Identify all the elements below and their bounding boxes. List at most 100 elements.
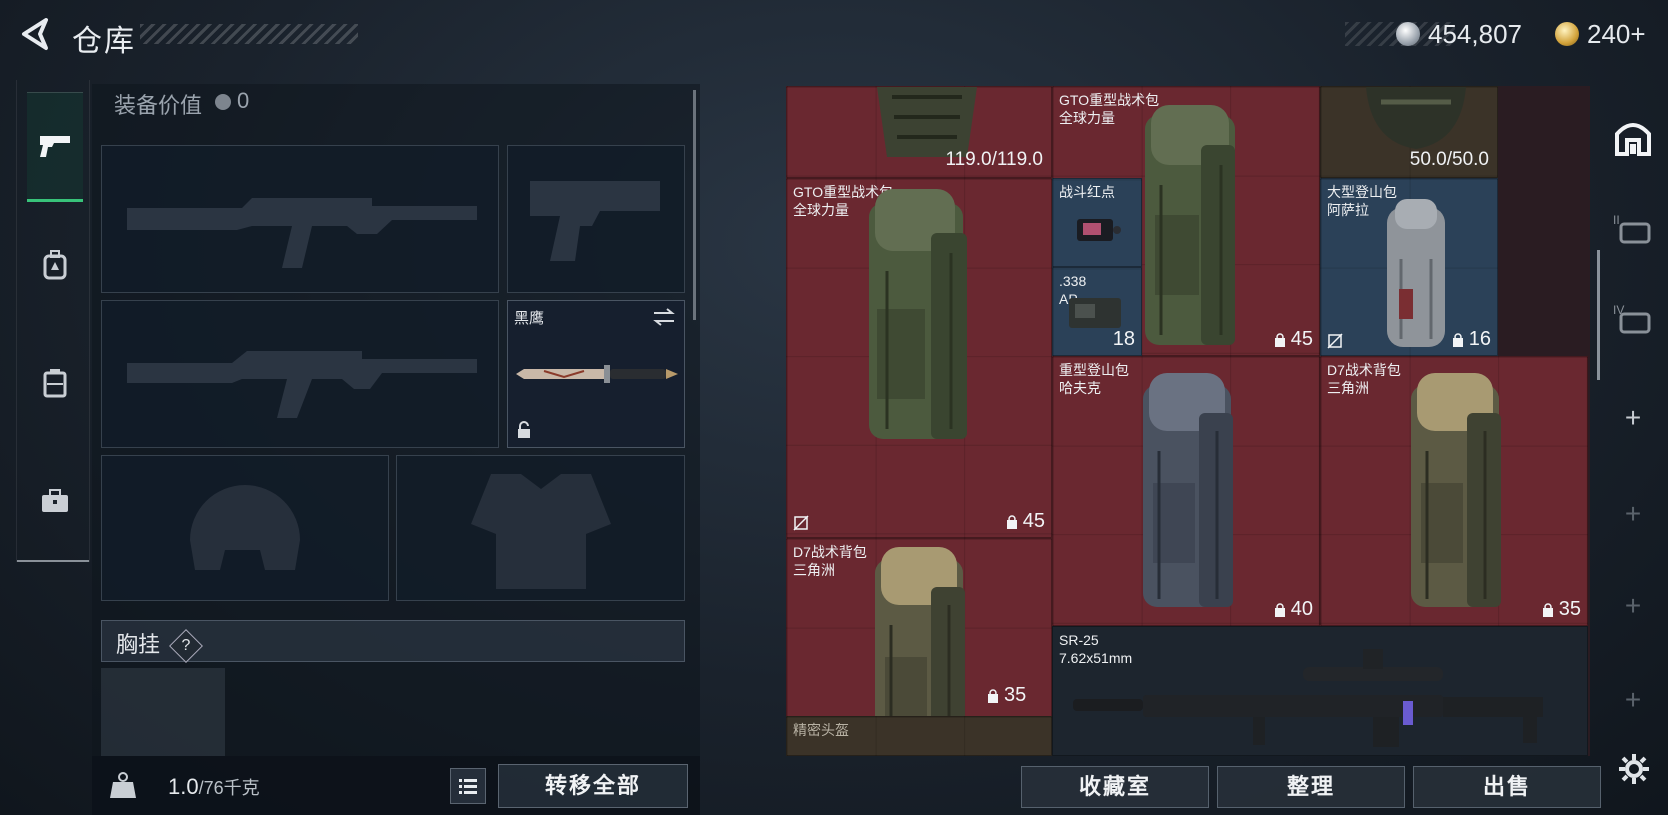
rifle-silhouette-icon	[127, 198, 477, 268]
sniper-rifle-icon	[1073, 649, 1543, 747]
rifle-silhouette-icon	[127, 351, 477, 418]
no-insure-icon	[1327, 333, 1343, 349]
backpack-item-icon	[1387, 199, 1445, 347]
warehouse-scrollbar[interactable]	[1597, 250, 1600, 380]
armor-silhouette-icon	[471, 474, 611, 589]
sort-button[interactable]: 整理	[1217, 766, 1405, 808]
item-gto-backpack-1[interactable]: GTO重型战术包 全球力量 45	[786, 178, 1052, 538]
backpack-item-icon	[869, 189, 967, 439]
gold-amount: 240+	[1587, 18, 1646, 49]
no-insure-icon	[793, 515, 809, 531]
backpack-item-icon	[1145, 105, 1235, 345]
warehouse-grid: 119.0/119.0 GTO重型战术包 全球力量 45 50.0/50.0 G…	[786, 86, 1590, 756]
item-red-dot[interactable]: 战斗红点	[1052, 178, 1142, 267]
item-large-hiking-pack[interactable]: 大型登山包 阿萨拉 16	[1320, 178, 1498, 356]
swap-icon[interactable]	[652, 307, 676, 327]
top-bar: 仓库 454,807 240+	[0, 0, 1668, 70]
mask-item-icon	[1366, 87, 1466, 149]
chest-rig-header: 胸挂 ?	[101, 620, 685, 664]
page-title: 仓库	[72, 25, 136, 58]
vest-icon	[43, 369, 67, 398]
collection-room-button[interactable]: 收藏室	[1021, 766, 1209, 808]
melee-slot[interactable]: 黑鹰	[507, 300, 685, 448]
weight-icon	[110, 772, 136, 798]
weight-readout: 1.0/76千克	[168, 774, 260, 800]
weight-small-icon	[1274, 602, 1285, 617]
extension-iv-icon: IV	[1613, 303, 1651, 334]
item-vest-partial[interactable]: 119.0/119.0	[786, 86, 1052, 178]
title-decoration	[140, 24, 358, 44]
item-mask-partial[interactable]: 50.0/50.0	[1320, 86, 1498, 178]
helmet-slot[interactable]	[101, 455, 389, 601]
weight-current: 1.0	[168, 774, 199, 799]
equipment-value: 0	[215, 88, 249, 114]
item-name: D7战术背包 三角洲	[1327, 362, 1401, 396]
warehouse-page-2[interactable]: II	[1611, 206, 1655, 250]
item-name: D7战术背包 三角洲	[793, 544, 867, 578]
chest-rig-label: 胸挂	[116, 632, 161, 657]
item-precision-helmet[interactable]: 精密头盔	[786, 716, 1052, 756]
settings-gear-icon[interactable]	[1617, 752, 1651, 786]
primary-weapon-slot[interactable]	[101, 145, 499, 293]
silver-currency: 454,807	[1396, 18, 1522, 50]
red-dot-sight-icon	[1077, 219, 1121, 241]
item-count: 45	[1273, 328, 1313, 351]
durability-label: 50.0/50.0	[1409, 149, 1489, 170]
equipment-value-label: 装备价值	[114, 93, 203, 118]
back-arrow-icon[interactable]	[18, 16, 54, 52]
weight-small-icon	[1452, 332, 1463, 347]
item-count: 35	[986, 684, 1026, 707]
knife-name: 黑鹰	[514, 310, 545, 327]
add-page-icon: +	[1624, 590, 1642, 621]
item-d7-backpack-2[interactable]: D7战术背包 三角洲 35	[1320, 356, 1588, 626]
nav-vest[interactable]	[27, 328, 83, 438]
nav-case[interactable]	[27, 446, 83, 556]
backpack-icon	[43, 250, 67, 280]
warehouse-page-nav: II IV + + + +	[1603, 90, 1663, 760]
list-view-button[interactable]	[450, 768, 486, 804]
list-icon	[459, 779, 477, 794]
backpack-item-icon	[1143, 373, 1233, 607]
item-count: 40	[1273, 598, 1313, 621]
nav-backpack[interactable]	[27, 210, 83, 320]
weight-max: /76千克	[198, 778, 260, 798]
extension-ii-icon: II	[1613, 213, 1651, 244]
lock-icon	[518, 421, 530, 438]
silver-coin-icon	[215, 94, 231, 111]
help-icon[interactable]: ?	[169, 629, 204, 664]
pistol-icon	[40, 136, 70, 157]
briefcase-icon	[42, 489, 68, 512]
pistol-slot[interactable]	[507, 145, 685, 293]
durability-label: 119.0/119.0	[945, 149, 1043, 170]
pistol-silhouette-icon	[530, 181, 660, 261]
silver-coin-icon	[1396, 22, 1420, 46]
gold-currency[interactable]: 240+	[1555, 18, 1646, 50]
item-name: 战斗红点	[1059, 184, 1115, 200]
left-category-nav	[16, 80, 90, 562]
equipment-scrollbar[interactable]	[693, 90, 696, 320]
item-count: 45	[1005, 510, 1045, 533]
item-heavy-hiking-pack[interactable]: 重型登山包 哈夫克 40	[1052, 356, 1320, 626]
nav-weapons[interactable]	[27, 92, 83, 202]
chest-rig-slot[interactable]	[101, 668, 225, 756]
silver-amount: 454,807	[1428, 18, 1522, 49]
add-page-icon: +	[1624, 498, 1642, 529]
sell-button[interactable]: 出售	[1413, 766, 1601, 808]
weight-small-icon	[1006, 514, 1017, 529]
helmet-silhouette-icon	[190, 485, 300, 570]
add-page-icon: +	[1624, 684, 1642, 715]
ammo-box-icon	[1069, 298, 1121, 328]
add-page-icon[interactable]: +	[1621, 402, 1645, 434]
warehouse-page-3[interactable]: IV	[1611, 296, 1655, 340]
secondary-weapon-slot[interactable]	[101, 300, 499, 448]
item-count: 16	[1451, 328, 1491, 351]
armor-slot[interactable]	[396, 455, 685, 601]
weight-small-icon	[1542, 602, 1553, 617]
item-338-ammo[interactable]: .338 AP 18	[1052, 267, 1142, 356]
transfer-all-button[interactable]: 转移全部	[498, 764, 688, 808]
gold-coin-icon	[1555, 22, 1579, 46]
warehouse-page-1[interactable]	[1611, 116, 1655, 160]
item-name: 重型登山包 哈夫克	[1059, 362, 1129, 396]
item-sr25-rifle[interactable]: SR-25 7.62x51mm	[1052, 626, 1588, 756]
backpack-item-icon	[1411, 373, 1501, 607]
